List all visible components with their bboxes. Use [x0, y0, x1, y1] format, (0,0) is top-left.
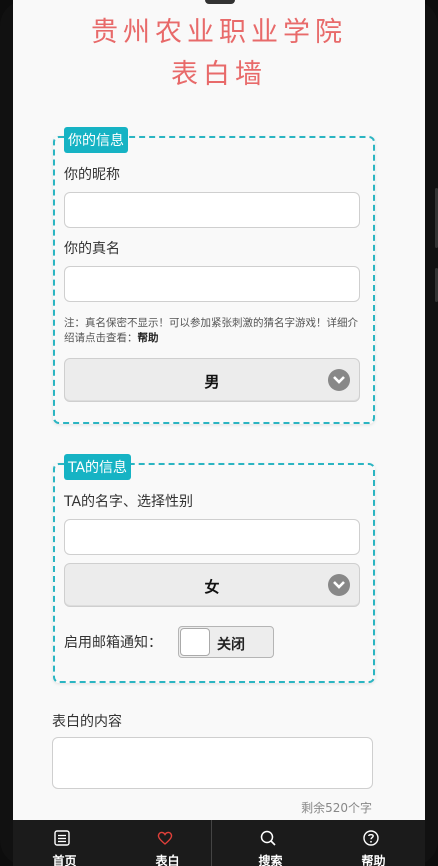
nickname-label: 你的昵称	[64, 167, 120, 183]
content-textarea[interactable]	[52, 737, 373, 789]
tab-home-label: 首页	[52, 854, 77, 866]
ta-name-label: TA的名字、选择性别	[64, 494, 194, 510]
chevron-down-icon	[328, 574, 350, 596]
email-notify-label: 启用邮箱通知：	[64, 635, 162, 651]
tab-search-label: 搜索	[258, 854, 283, 866]
page-subtitle: 表白墙	[171, 59, 267, 90]
privacy-note-text: 注：真名保密不显示！可以参加紧张刺激的猜名字游戏！详细介绍请点击查看：	[64, 317, 358, 344]
ta-info-badge: TA的信息	[64, 454, 132, 480]
tab-help-label: 帮助	[361, 854, 386, 866]
content-label: 表白的内容	[52, 714, 122, 730]
chevron-down-icon	[328, 369, 350, 391]
ta-gender-select[interactable]: 女	[64, 563, 360, 607]
privacy-note: 注：真名保密不显示！可以参加紧张刺激的猜名字游戏！详细介绍请点击查看：帮助	[64, 316, 364, 346]
your-gender-select[interactable]: 男	[64, 358, 360, 402]
tab-home[interactable]: 首页	[13, 820, 116, 866]
remaining-count: 剩余520个字	[301, 801, 372, 815]
your-gender-value: 男	[204, 373, 220, 391]
bottom-tabbar: 首页 表白 搜索 帮助	[13, 820, 425, 866]
tab-help[interactable]: 帮助	[322, 820, 425, 866]
ta-gender-value: 女	[204, 578, 220, 596]
realname-label: 你的真名	[64, 241, 120, 257]
toggle-knob[interactable]	[180, 628, 210, 656]
ta-info-card: TA的信息 TA的名字、选择性别 女 启用邮箱通知： 关闭	[53, 454, 375, 683]
help-icon	[363, 830, 379, 846]
top-notch	[205, 0, 235, 4]
realname-input[interactable]	[64, 266, 360, 302]
tab-confess-label: 表白	[155, 854, 180, 866]
email-notify-toggle[interactable]: 关闭	[178, 626, 274, 658]
app-screen: 贵州农业职业学院 表白墙 你的信息 你的昵称 你的真名 注：真名保密不显示！可以…	[13, 0, 425, 866]
page-title: 贵州农业职业学院	[91, 17, 347, 48]
your-info-card: 你的信息 你的昵称 你的真名 注：真名保密不显示！可以参加紧张刺激的猜名字游戏！…	[53, 127, 375, 424]
tab-search[interactable]: 搜索	[219, 820, 322, 866]
nickname-input[interactable]	[64, 192, 360, 228]
your-info-badge: 你的信息	[64, 127, 128, 153]
help-link[interactable]: 帮助	[138, 332, 159, 344]
ta-name-input[interactable]	[64, 519, 360, 555]
home-icon	[54, 830, 70, 846]
phone-frame: 贵州农业职业学院 表白墙 你的信息 你的昵称 你的真名 注：真名保密不显示！可以…	[0, 0, 438, 866]
search-icon	[260, 830, 276, 846]
toggle-state-text: 关闭	[217, 637, 245, 653]
heart-icon	[157, 831, 173, 845]
tab-confess[interactable]: 表白	[116, 820, 219, 866]
